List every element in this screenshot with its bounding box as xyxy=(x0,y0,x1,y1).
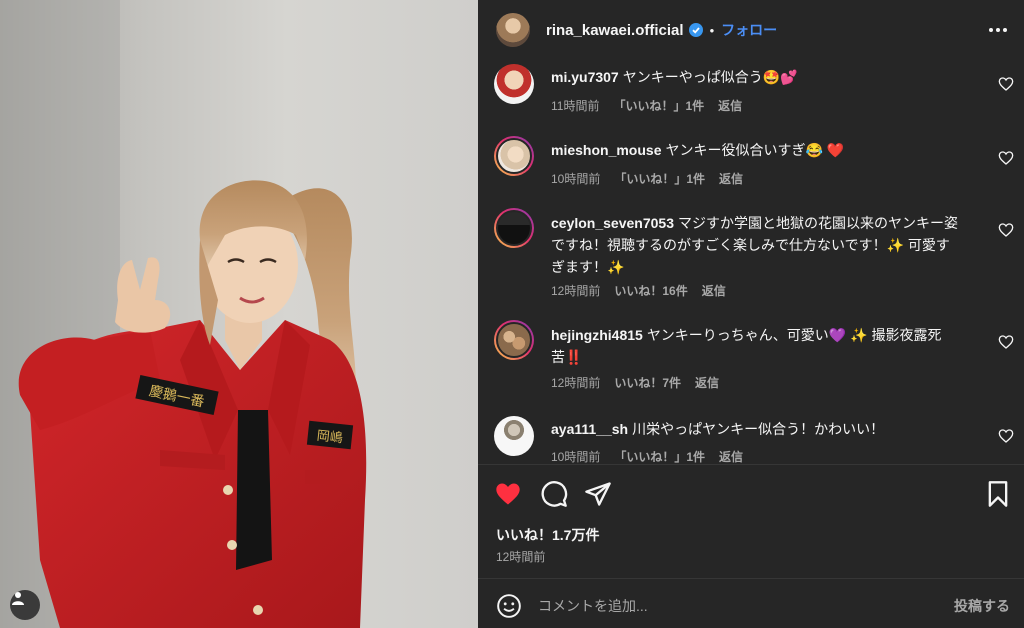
comment-body: ヤンキーやっぱ似合う🤩💕 xyxy=(622,69,798,85)
heart-icon[interactable] xyxy=(998,334,1014,350)
user-tag-button[interactable] xyxy=(10,590,40,620)
share-icon xyxy=(585,482,611,506)
instagram-post-modal: 慶鵝一番 岡嶋 rina_kawaei.official • フォロー mi.y… xyxy=(0,0,1024,628)
comment-body: ヤンキー役似合いすぎ😂 ❤️ xyxy=(665,142,845,158)
comment-text: mieshon_mouse ヤンキー役似合いすぎ😂 ❤️ xyxy=(551,139,961,161)
comment-icon xyxy=(541,481,568,507)
more-options-button[interactable] xyxy=(988,20,1008,40)
comment-meta: 12時間前 いいね！16件 返信 xyxy=(551,282,726,299)
comment-text: mi.yu7307 ヤンキーやっぱ似合う🤩💕 xyxy=(551,66,961,88)
user-tag-icon xyxy=(12,592,24,605)
header-separator: • xyxy=(709,22,715,38)
reply-button[interactable]: 返信 xyxy=(719,448,743,464)
comment-username[interactable]: ceylon_seven7053 xyxy=(551,215,674,231)
comment-time[interactable]: 10時間前 xyxy=(551,170,600,187)
emoji-icon[interactable] xyxy=(496,593,522,619)
like-button[interactable] xyxy=(494,480,522,508)
heart-icon[interactable] xyxy=(998,222,1014,238)
post-time[interactable]: 12時間前 xyxy=(496,548,545,565)
comment-meta: 11時間前 「いいね！」1件 返信 xyxy=(551,97,742,114)
reply-button[interactable]: 返信 xyxy=(718,97,742,114)
comment-time[interactable]: 11時間前 xyxy=(551,97,599,114)
comment-text: aya111__sh 川栄やっぱヤンキー似合う！かわいい！ xyxy=(551,418,961,440)
comment-username[interactable]: mieshon_mouse xyxy=(551,142,661,158)
comment-likes[interactable]: いいね！16件 xyxy=(614,282,687,299)
comment-avatar[interactable] xyxy=(494,416,534,456)
post-photo[interactable]: 慶鵝一番 岡嶋 xyxy=(0,0,478,628)
heart-icon xyxy=(496,483,520,505)
comment-text: hejingzhi4815 ヤンキーりっちゃん、可愛い💜 ✨ 撮影夜露死苦‼️ xyxy=(551,324,961,368)
author-username[interactable]: rina_kawaei.official xyxy=(546,22,684,39)
comment-username[interactable]: aya111__sh xyxy=(551,421,628,437)
author-avatar[interactable] xyxy=(496,13,530,47)
verified-icon xyxy=(688,23,703,37)
comment-avatar[interactable] xyxy=(494,136,534,176)
follow-button[interactable]: フォロー xyxy=(721,20,777,40)
post-side-panel: rina_kawaei.official • フォロー mi.yu7307ヤン xyxy=(478,0,1024,628)
comment-likes[interactable]: いいね！7件 xyxy=(614,374,681,391)
reply-button[interactable]: 返信 xyxy=(702,282,726,299)
photo-illustration: 慶鵝一番 岡嶋 xyxy=(0,0,367,628)
post-comment-button[interactable]: 投稿する xyxy=(954,596,1010,616)
bookmark-button[interactable] xyxy=(984,480,1012,508)
comment-username[interactable]: mi.yu7307 xyxy=(551,69,619,85)
comment-username[interactable]: hejingzhi4815 xyxy=(551,327,643,343)
heart-icon[interactable] xyxy=(998,150,1014,166)
heart-icon[interactable] xyxy=(998,428,1014,444)
jacket-badge-right: 岡嶋 xyxy=(316,429,343,447)
heart-icon[interactable] xyxy=(998,76,1014,92)
comment-text: ceylon_seven7053 マジすか学園と地獄の花園以来のヤンキー姿ですね！… xyxy=(551,212,961,278)
comment-time[interactable]: 12時間前 xyxy=(551,374,600,391)
comment-likes[interactable]: 「いいね！」1件 xyxy=(614,448,705,464)
comment-meta: 12時間前 いいね！7件 返信 xyxy=(551,374,719,391)
comment-meta: 10時間前 「いいね！」1件 返信 xyxy=(551,448,743,464)
comment-input[interactable] xyxy=(538,591,918,621)
comment-meta: 10時間前 「いいね！」1件 返信 xyxy=(551,170,743,187)
comment-avatar[interactable] xyxy=(494,208,534,248)
comment-avatar[interactable] xyxy=(494,64,534,104)
comment-button[interactable] xyxy=(540,480,568,508)
post-header: rina_kawaei.official • フォロー xyxy=(478,0,1024,60)
comments-list[interactable]: mi.yu7307 ヤンキーやっぱ似合う🤩💕 11時間前 「いいね！」1件 返信 … xyxy=(478,60,1024,464)
add-comment-bar: 投稿する xyxy=(478,584,1024,628)
section-divider xyxy=(478,578,1024,579)
comment-time[interactable]: 10時間前 xyxy=(551,448,600,464)
section-divider xyxy=(478,464,1024,465)
likes-count[interactable]: いいね！1.7万件 xyxy=(496,525,599,545)
comment-likes[interactable]: 「いいね！」1件 xyxy=(613,97,704,114)
share-button[interactable] xyxy=(584,480,612,508)
comment-body: 川栄やっぱヤンキー似合う！かわいい！ xyxy=(632,421,885,437)
bookmark-icon xyxy=(988,481,1008,507)
comment-avatar[interactable] xyxy=(494,320,534,360)
comment-likes[interactable]: 「いいね！」1件 xyxy=(614,170,705,187)
more-icon xyxy=(989,28,1007,32)
comment-time[interactable]: 12時間前 xyxy=(551,282,600,299)
reply-button[interactable]: 返信 xyxy=(719,170,743,187)
action-bar xyxy=(478,472,1024,516)
reply-button[interactable]: 返信 xyxy=(695,374,719,391)
